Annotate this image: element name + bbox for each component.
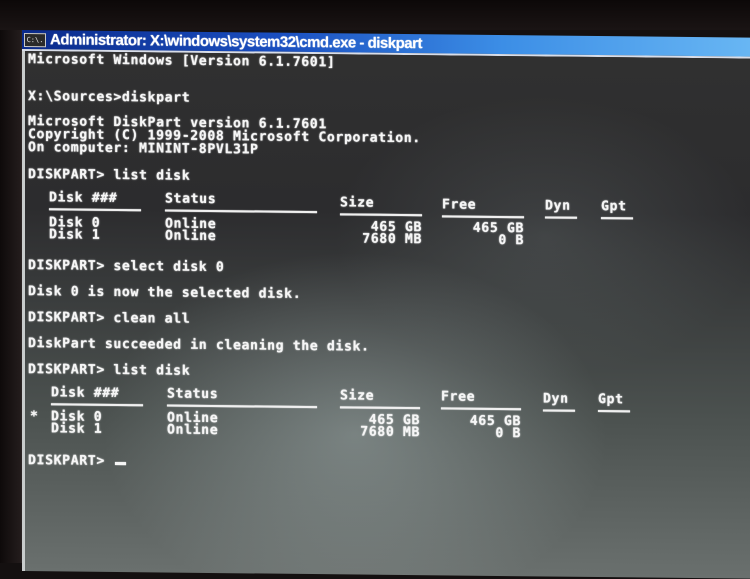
header-status: Status <box>165 191 217 208</box>
header-underline <box>49 208 141 212</box>
command-clean-all: DISKPART> clean all <box>28 310 191 327</box>
command-list-disk-2: DISKPART> list disk <box>28 362 191 379</box>
header-underline <box>165 209 317 214</box>
final-prompt-line[interactable]: DISKPART> <box>28 453 127 469</box>
header-underline <box>340 213 422 217</box>
cmd-window[interactable]: C:\. Administrator: X:\windows\system32\… <box>22 30 750 579</box>
header-underline <box>598 410 630 413</box>
header-underline <box>441 407 521 411</box>
header-dyn: Dyn <box>545 198 571 214</box>
computer-line: On computer: MININT-8PVL31P <box>28 140 259 158</box>
command-list-disk: DISKPART> list disk <box>28 167 191 184</box>
header-free: Free <box>441 389 476 405</box>
console-output[interactable]: Microsoft Windows [Version 6.1.7601] X:\… <box>22 51 750 579</box>
header-underline <box>340 406 420 410</box>
monitor-bezel-top <box>0 0 750 30</box>
final-prompt: DISKPART> <box>28 453 114 469</box>
disk-free: 0 B <box>498 232 524 249</box>
select-result-line: Disk 0 is now the selected disk. <box>28 284 302 302</box>
cmd-icon[interactable]: C:\. <box>24 32 46 47</box>
prompt-line: X:\Sources>diskpart <box>28 89 191 106</box>
header-underline <box>601 217 633 220</box>
header-gpt: Gpt <box>601 199 627 215</box>
command-select-disk: DISKPART> select disk 0 <box>28 258 225 276</box>
disk-size: 7680 MB <box>362 231 422 248</box>
header-disk: Disk ### <box>51 385 120 402</box>
header-underline <box>442 215 524 219</box>
selected-disk-marker: * <box>30 409 39 425</box>
header-disk: Disk ### <box>49 190 118 206</box>
disk-status: Online <box>165 228 217 245</box>
banner-line: Microsoft Windows [Version 6.1.7601] <box>28 52 336 71</box>
disk-name: Disk 1 <box>49 227 101 243</box>
header-underline <box>545 216 577 219</box>
header-size: Size <box>340 195 375 211</box>
text-cursor <box>115 461 127 466</box>
header-status: Status <box>167 386 219 403</box>
header-underline <box>167 404 317 409</box>
header-underline <box>543 409 575 412</box>
disk-status: Online <box>167 422 219 439</box>
disk-free: 0 B <box>495 425 521 442</box>
window-title: Administrator: X:\windows\system32\cmd.e… <box>50 31 422 53</box>
header-size: Size <box>340 388 375 404</box>
header-dyn: Dyn <box>543 391 569 407</box>
header-gpt: Gpt <box>598 392 624 408</box>
disk-size: 7680 MB <box>360 424 420 441</box>
header-free: Free <box>442 197 477 213</box>
disk-name: Disk 1 <box>51 421 103 437</box>
header-underline <box>51 403 143 407</box>
monitor-bezel-left <box>0 30 24 563</box>
clean-result-line: DiskPart succeeded in cleaning the disk. <box>28 336 370 355</box>
